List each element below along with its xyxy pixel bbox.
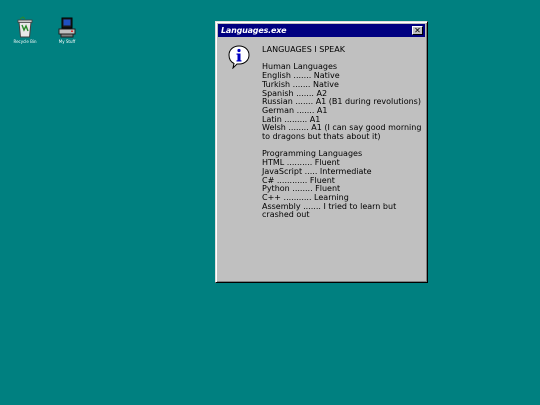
computer-icon	[56, 16, 78, 38]
language-welsh: Welsh ........ A1 (I can say good mornin…	[262, 123, 424, 142]
my-stuff-label: My Stuff	[58, 39, 76, 44]
message-text: LANGUAGES I SPEAK Human Languages Englis…	[262, 45, 424, 220]
window-title: Languages.exe	[221, 26, 287, 35]
languages-window: Languages.exe ✕ LANGUAGES I SPEAK Human …	[215, 21, 428, 283]
close-button[interactable]: ✕	[412, 26, 423, 35]
recycle-bin-icon	[14, 16, 36, 38]
info-icon	[228, 45, 250, 70]
languages-heading: LANGUAGES I SPEAK	[262, 45, 345, 54]
desktop-icon-recycle-bin[interactable]: Recycle Bin	[7, 16, 43, 44]
language-assembly: Assembly ....... I tried to learn but cr…	[262, 201, 399, 220]
title-bar[interactable]: Languages.exe ✕	[218, 24, 425, 37]
recycle-bin-label: Recycle Bin	[13, 39, 37, 44]
close-icon: ✕	[414, 26, 421, 35]
desktop-icon-my-stuff[interactable]: My Stuff	[49, 16, 85, 44]
